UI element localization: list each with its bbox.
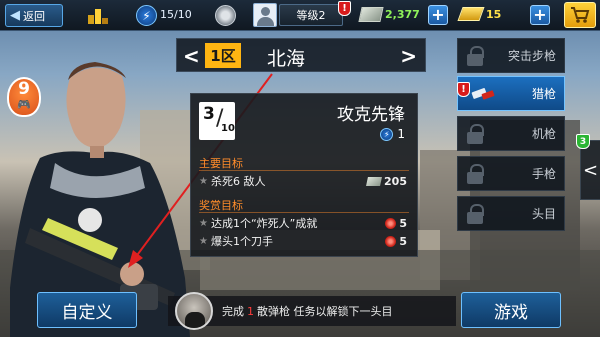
energy-counter: 15/10 xyxy=(160,8,192,21)
chip-icon[interactable] xyxy=(215,5,236,26)
chevron-left-icon: < xyxy=(582,159,599,181)
shotgun-alert-badge: ! xyxy=(457,82,470,97)
play-label: 游戏 xyxy=(494,302,528,323)
back-button[interactable]: ◀ 返回 xyxy=(5,4,63,27)
add-gold-button[interactable]: + xyxy=(530,5,550,25)
energy-icon: ⚡ xyxy=(136,5,157,26)
bonus-goal-title: 奖赏目标 xyxy=(199,199,243,212)
energy-icon: ⚡ xyxy=(380,127,394,141)
side-tab-count-badge: 3 xyxy=(576,134,590,149)
play-button[interactable]: 游戏 xyxy=(461,292,561,328)
medal-icon xyxy=(385,217,397,229)
cash-icon xyxy=(358,7,384,22)
weapon-tab-machine-gun[interactable]: 机枪 xyxy=(457,116,565,151)
shop-button[interactable] xyxy=(564,2,596,28)
weapon-tab-label: 手枪 xyxy=(531,167,556,181)
cash-icon xyxy=(366,176,382,186)
mission-progress: 3 / 10 xyxy=(199,102,235,140)
customize-button[interactable]: 自定义 xyxy=(37,292,137,328)
back-label: 返回 xyxy=(23,9,45,23)
bonus-goal-reward: 5 xyxy=(385,217,407,230)
bonus-goal-row: ★ 达成1个“炸死人”成就 5 xyxy=(199,215,407,231)
lock-icon xyxy=(466,164,484,184)
weapon-tab-label: 机枪 xyxy=(531,127,556,141)
weapon-tab-label: 突击步枪 xyxy=(507,49,556,63)
star-icon: ★ xyxy=(199,217,208,229)
lock-icon xyxy=(466,204,484,224)
progress-current: 3 xyxy=(203,104,215,124)
mission-card[interactable]: 3 / 10 攻克先锋 ⚡ 1 主要目标 ★ 杀死6 敌人 205 奖赏目标 ★… xyxy=(190,93,418,257)
weapon-tab-label: 头目 xyxy=(531,207,556,221)
add-cash-button[interactable]: + xyxy=(428,5,448,25)
player-level-number: 9 xyxy=(18,79,30,99)
divider xyxy=(199,212,409,213)
player-level-label: 等级2 xyxy=(296,9,326,22)
weapon-tab-shotgun[interactable]: 猎枪 xyxy=(457,76,565,111)
progress-max: 10 xyxy=(221,123,235,134)
weapon-tab-assault-rifle[interactable]: 突击步枪 xyxy=(457,38,565,73)
star-icon: ★ xyxy=(199,175,208,187)
main-goal-title: 主要目标 xyxy=(199,157,243,170)
weapon-tab-pistol[interactable]: 手枪 xyxy=(457,156,565,191)
weapon-tab-label: 猎枪 xyxy=(531,87,556,101)
hint-count: 1 xyxy=(247,304,254,318)
player-level[interactable]: 等级2 xyxy=(279,4,343,26)
side-drawer-tab[interactable]: < xyxy=(580,140,600,200)
shopping-cart-icon xyxy=(571,7,590,23)
bonus-goal-reward-value: 5 xyxy=(399,234,407,248)
hint-prefix: 完成 xyxy=(222,305,244,318)
mission-title: 攻克先锋 xyxy=(337,105,405,125)
prev-region-button[interactable]: < xyxy=(183,44,200,68)
gold-amount: 15 xyxy=(486,8,502,21)
weapon-tab-boss[interactable]: 头目 xyxy=(457,196,565,231)
lock-icon xyxy=(466,46,484,66)
mission-energy-cost: ⚡ 1 xyxy=(380,127,405,141)
shotgun-shell-icon xyxy=(471,88,495,100)
bonus-goal-reward-value: 5 xyxy=(399,216,407,230)
boss-avatar xyxy=(175,292,213,330)
level-alert-badge: ! xyxy=(338,1,351,16)
star-icon: ★ xyxy=(199,235,208,247)
region-selector: < 1区 北海 > xyxy=(176,38,426,72)
next-region-button[interactable]: > xyxy=(400,44,417,68)
main-goal-reward: 205 xyxy=(366,174,407,188)
energy-cost-value: 1 xyxy=(397,127,405,141)
bonus-goal-row: ★ 爆头1个刀手 5 xyxy=(199,233,407,249)
divider xyxy=(199,170,409,171)
player-level-badge[interactable]: 9 🎮 xyxy=(7,77,41,117)
hint-suffix: 散弹枪 任务以解锁下一头目 xyxy=(257,305,393,318)
gamepad-icon: 🎮 xyxy=(17,98,31,111)
customize-label: 自定义 xyxy=(61,302,113,323)
cash-amount: 2,377 xyxy=(385,8,420,21)
main-goal-text: 杀死6 敌人 xyxy=(210,175,266,188)
region-name: 北海 xyxy=(267,48,306,70)
bonus-goal-text: 达成1个“炸死人”成就 xyxy=(210,217,318,230)
bonus-goal-text: 爆头1个刀手 xyxy=(210,235,273,248)
gold-bar-icon xyxy=(457,7,485,21)
main-goal-reward-value: 205 xyxy=(384,174,407,188)
profile-avatar-icon[interactable] xyxy=(253,3,277,27)
back-arrow-icon: ◀ xyxy=(10,8,20,23)
medal-icon xyxy=(385,235,397,247)
zone-badge: 1区 xyxy=(205,43,241,68)
bonus-goal-reward: 5 xyxy=(385,235,407,248)
top-bar: ◀ 返回 ⚡ 15/10 等级2 ! 2,377 + 15 + xyxy=(0,0,600,31)
lock-icon xyxy=(466,124,484,144)
rank-podium-icon xyxy=(88,9,108,24)
main-goal-row: ★ 杀死6 敌人 205 xyxy=(199,173,407,189)
